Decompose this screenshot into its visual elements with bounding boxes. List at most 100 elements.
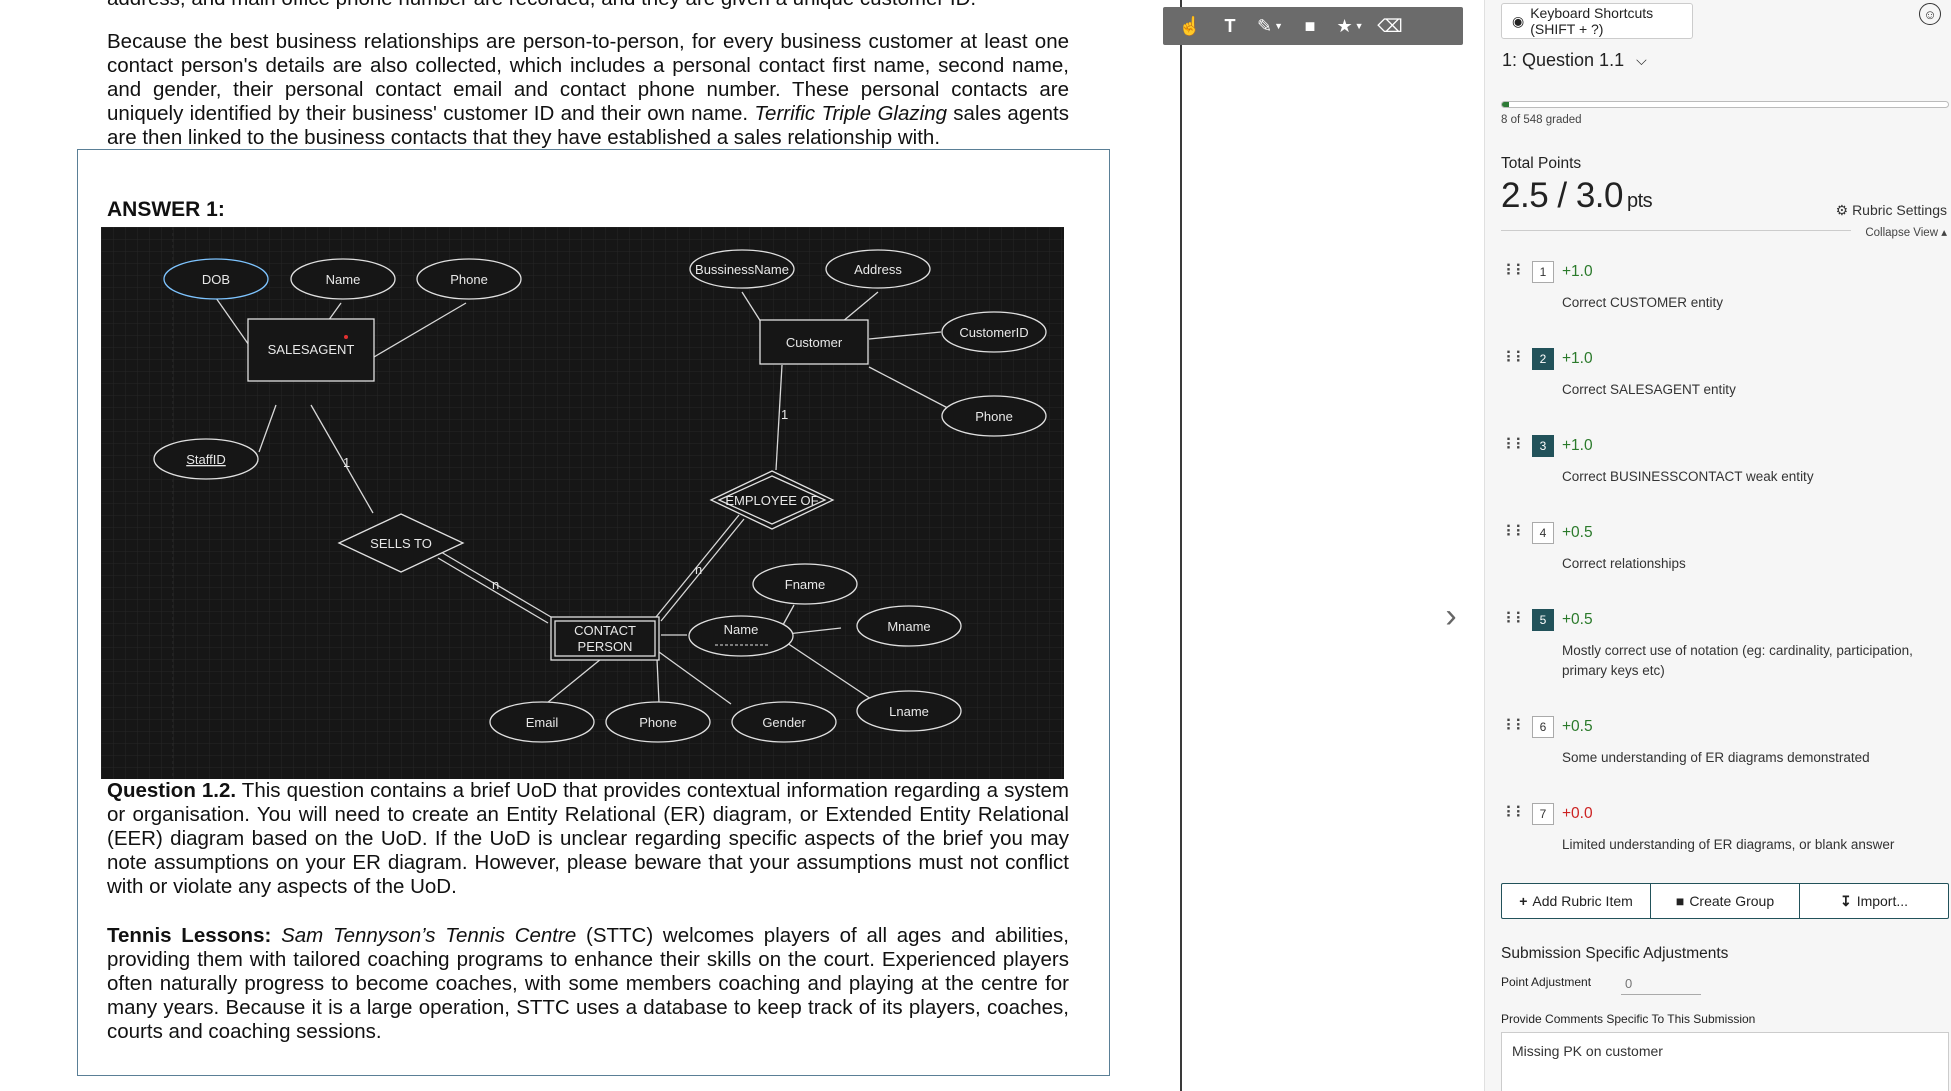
svg-text:StaffID: StaffID [186, 452, 226, 467]
rubric-item-description: Limited understanding of ER diagrams, or… [1562, 837, 1895, 852]
attribute-address: Address [825, 249, 931, 289]
svg-text:Mname: Mname [887, 619, 930, 634]
graded-count: 8 of 548 graded [1501, 114, 1582, 126]
import-button[interactable]: ↧ Import... [1800, 884, 1948, 918]
score-display: 2.5 / 3.0 pts [1501, 176, 1653, 215]
collapse-view-link[interactable]: Collapse View ▴ [1865, 225, 1947, 239]
svg-text:Name: Name [326, 272, 361, 287]
document-paragraph: Because the best business relationships … [107, 30, 1069, 149]
submission-adjustments-title: Submission Specific Adjustments [1501, 945, 1729, 962]
download-icon: ↧ [1839, 892, 1852, 909]
drag-handle-icon[interactable]: ⠇⠇ [1505, 612, 1526, 628]
rubric-item[interactable]: ⠇⠇ 7 +0.0 Limited understanding of ER diagr… [1505, 800, 1945, 860]
point-adjustment-input[interactable] [1621, 973, 1701, 995]
svg-text:Name: Name [724, 622, 759, 637]
red-dot-marker [344, 335, 348, 339]
rubric-item[interactable]: ⠇⠇ 3 +1.0 Correct BUSINESSCONTACT weak enti… [1505, 432, 1945, 492]
attribute-mname: Mname [856, 605, 962, 647]
rubric-item[interactable]: ⠇⠇ 6 +0.5 Some understanding of ER diagrams… [1505, 713, 1945, 773]
keyboard-shortcuts-label: Keyboard Shortcuts (SHIFT + ?) [1530, 5, 1654, 37]
drag-handle-icon[interactable]: ⠇⠇ [1505, 806, 1526, 822]
comments-textarea[interactable] [1501, 1032, 1949, 1091]
cardinality-1-sales: 1 [343, 455, 350, 470]
rubric-item-points: +1.0 [1562, 263, 1593, 280]
attribute-phone: Phone [416, 258, 522, 300]
svg-text:Customer: Customer [786, 335, 843, 350]
answer-label: ANSWER 1: [107, 198, 225, 221]
rubric-item-number[interactable]: 5 [1532, 609, 1554, 631]
accessibility-icon[interactable]: ☺ [1919, 3, 1941, 25]
rubric-item-points: +1.0 [1562, 437, 1593, 454]
attribute-fname: Fname [752, 563, 858, 605]
svg-text:Gender: Gender [762, 715, 806, 730]
rubric-settings-link[interactable]: ⚙ Rubric Settings [1836, 202, 1947, 219]
grading-progress-bar [1501, 101, 1949, 108]
drag-handle-icon[interactable]: ⠇⠇ [1505, 351, 1526, 367]
add-rubric-item-button[interactable]: + Add Rubric Item [1502, 884, 1651, 918]
attribute-lname: Lname [856, 690, 962, 732]
attribute-gender: Gender [731, 701, 837, 743]
next-page-arrow-icon[interactable]: › [1438, 597, 1464, 635]
select-tool-icon[interactable]: ☝ [1173, 7, 1207, 45]
plus-icon: + [1519, 893, 1528, 909]
rubric-item-points: +0.0 [1562, 805, 1593, 822]
rubric-item[interactable]: ⠇⠇ 4 +0.5 Correct relationships [1505, 519, 1945, 579]
chevron-down-icon: ⌵ [1636, 52, 1647, 68]
rubric-item-number[interactable]: 2 [1532, 348, 1554, 370]
svg-text:SALESAGENT: SALESAGENT [268, 342, 355, 357]
svg-text:CustomerID: CustomerID [959, 325, 1028, 340]
rubric-item-description: Correct CUSTOMER entity [1562, 295, 1724, 310]
rubric-item-number[interactable]: 1 [1532, 261, 1554, 283]
cardinality-n-employee: n [695, 562, 702, 577]
attribute-phone-contact: Phone [605, 701, 711, 743]
rubric-item-points: +0.5 [1562, 524, 1593, 541]
annotation-toolbar: ☝ T ✎ ▼ ■ ★ ▼ ⌫ [1163, 7, 1463, 45]
drag-handle-icon[interactable]: ⠇⠇ [1505, 719, 1526, 735]
drag-handle-icon[interactable]: ⠇⠇ [1505, 438, 1526, 454]
rubric-actions: + Add Rubric Item ■ Create Group ↧ Import..… [1501, 883, 1949, 919]
pen-tool-icon[interactable]: ✎ ▼ [1253, 7, 1287, 45]
comments-label: Provide Comments Specific To This Submis… [1501, 1012, 1756, 1026]
keyboard-shortcuts-button[interactable]: ◉ Keyboard Shortcuts (SHIFT + ?) [1501, 3, 1693, 39]
svg-text:Lname: Lname [889, 704, 929, 719]
rubric-item-description: Mostly correct use of notation (eg: card… [1562, 643, 1913, 678]
text-tool-icon[interactable]: T [1213, 7, 1247, 45]
rubric-item-description: Some understanding of ER diagrams demons… [1562, 750, 1870, 765]
svg-text:Phone: Phone [450, 272, 488, 287]
attribute-business-name: BussinessName [689, 249, 795, 289]
rubric-item[interactable]: ⠇⠇ 2 +1.0 Correct SALESAGENT entity [1505, 345, 1945, 405]
divider [1501, 230, 1851, 231]
question-selector[interactable]: 1: Question 1.1 ⌵ [1502, 50, 1647, 71]
question-label: 1: Question 1.1 [1502, 50, 1625, 70]
svg-text:BussinessName: BussinessName [695, 262, 789, 277]
gear-icon: ⚙ [1835, 202, 1849, 218]
box-tool-icon[interactable]: ■ [1293, 7, 1327, 45]
total-points-label: Total Points [1501, 155, 1582, 172]
attribute-staffid: StaffID [153, 438, 259, 480]
attribute-phone-customer: Phone [941, 395, 1047, 437]
stamp-tool-icon[interactable]: ★ ▼ [1333, 7, 1367, 45]
rubric-item-number[interactable]: 6 [1532, 716, 1554, 738]
create-group-button[interactable]: ■ Create Group [1651, 884, 1800, 918]
document-cut-line: address, and main office phone number ar… [107, 0, 1069, 11]
entity-contact-person: CONTACT PERSON [550, 616, 660, 661]
rubric-item-number[interactable]: 4 [1532, 522, 1554, 544]
cardinality-1-customer: 1 [781, 407, 788, 422]
svg-text:Address: Address [854, 262, 902, 277]
grading-progress-fill [1502, 102, 1509, 107]
tennis-paragraph: Tennis Lessons: Sam Tennyson’s Tennis Ce… [107, 924, 1069, 1043]
rubric-item-points: +0.5 [1562, 611, 1593, 628]
rubric-item-number[interactable]: 3 [1532, 435, 1554, 457]
rubric-item-number[interactable]: 7 [1532, 803, 1554, 825]
eraser-tool-icon[interactable]: ⌫ [1373, 7, 1407, 45]
svg-text:Fname: Fname [785, 577, 825, 592]
rubric-item[interactable]: ⠇⠇ 1 +1.0 Correct CUSTOMER entity [1505, 258, 1945, 318]
attribute-customerid: CustomerID [941, 311, 1047, 353]
attribute-name: Name [290, 258, 396, 300]
svg-text:DOB: DOB [202, 272, 230, 287]
rubric-item[interactable]: ⠇⠇ 5 +0.5 Mostly correct use of notation (e… [1505, 606, 1945, 678]
drag-handle-icon[interactable]: ⠇⠇ [1505, 525, 1526, 541]
rubric-item-points: +1.0 [1562, 350, 1593, 367]
rubric-item-description: Correct relationships [1562, 556, 1686, 571]
drag-handle-icon[interactable]: ⠇⠇ [1505, 264, 1526, 280]
